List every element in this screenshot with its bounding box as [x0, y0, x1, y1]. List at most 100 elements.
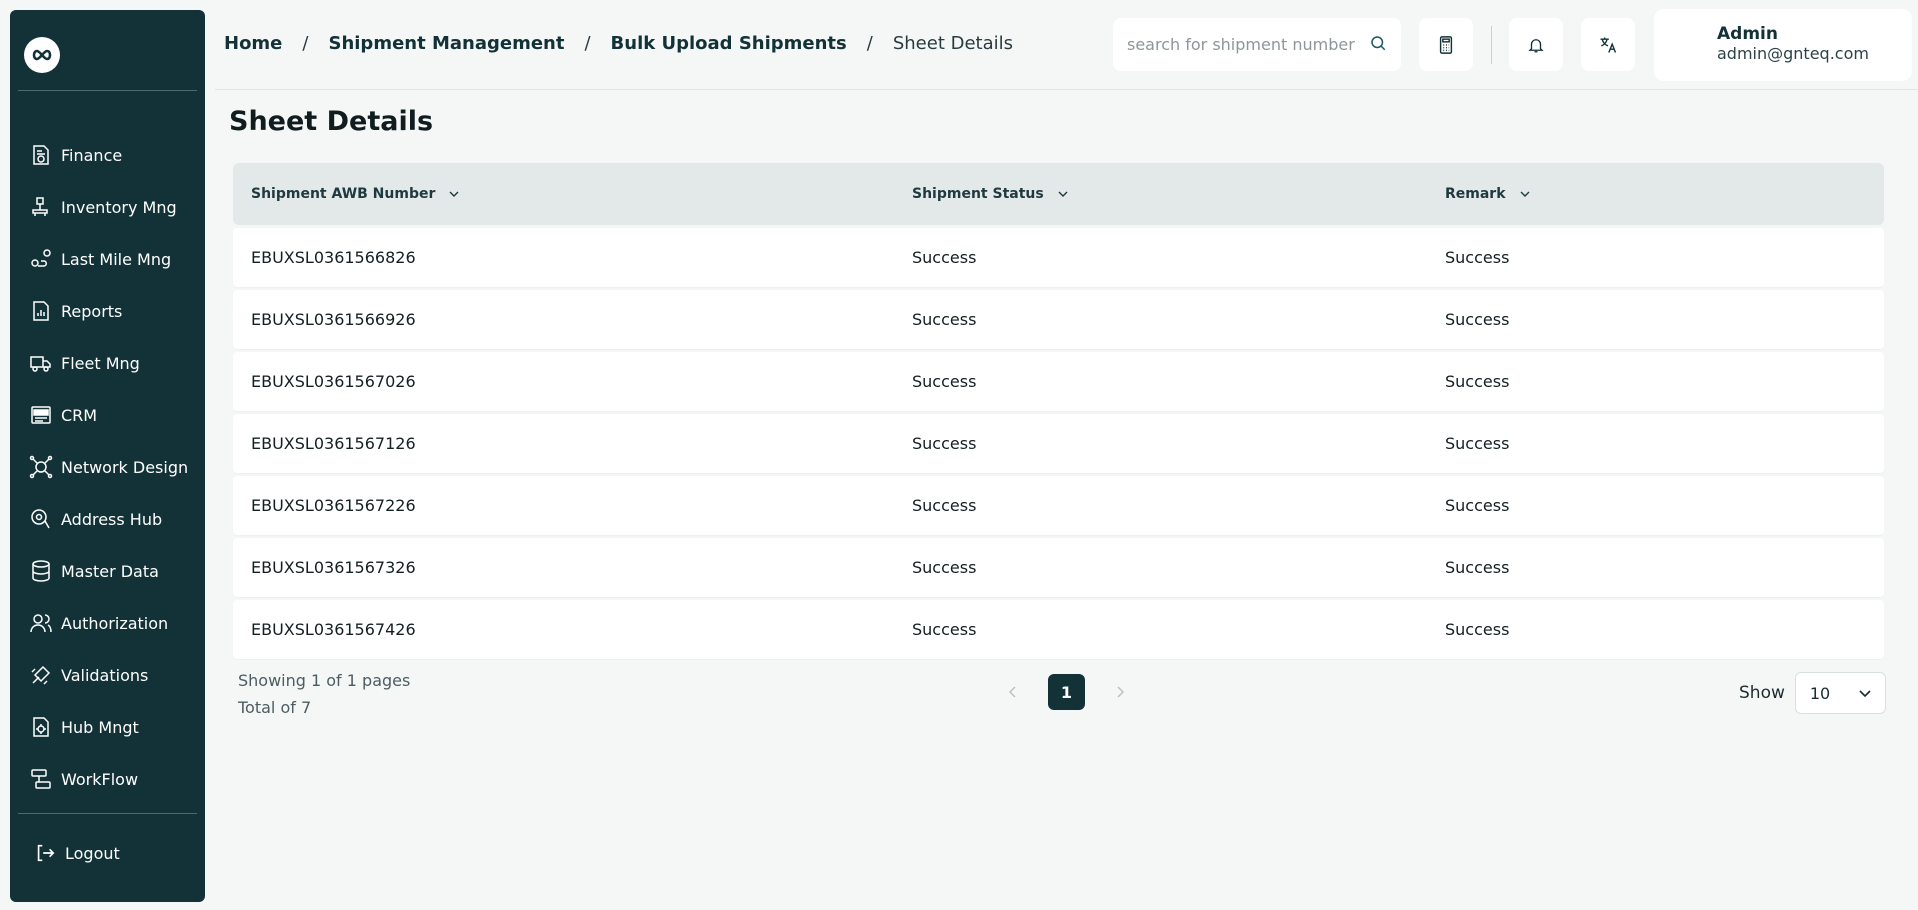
search-icon[interactable] — [1369, 34, 1387, 56]
sidebar-item-master-data[interactable]: Master Data — [10, 545, 205, 597]
sidebar-item-label: Inventory Mng — [61, 197, 177, 217]
awb-cell: EBUXSL0361567026 — [251, 372, 416, 391]
column-header-status[interactable]: Shipment Status — [912, 186, 1068, 202]
infinity-logo-icon — [32, 49, 52, 61]
breadcrumb: Home / Shipment Management / Bulk Upload… — [224, 33, 1013, 54]
awb-cell: EBUXSL0361567426 — [251, 620, 416, 639]
page-size-control: Show 10 — [1739, 672, 1886, 714]
workflow-icon — [28, 766, 54, 792]
awb-cell: EBUXSL0361567326 — [251, 558, 416, 577]
pagination: 1 — [1000, 674, 1133, 710]
column-header-remark[interactable]: Remark — [1445, 186, 1530, 202]
search-box — [1113, 18, 1401, 71]
calculator-button[interactable] — [1419, 18, 1473, 71]
next-page-button[interactable] — [1107, 674, 1133, 710]
pagination-info: Showing 1 of 1 pages Total of 7 — [238, 667, 410, 721]
network-icon — [28, 454, 54, 480]
sidebar-item-crm[interactable]: CRM — [10, 389, 205, 441]
column-header-label: Remark — [1445, 186, 1506, 202]
sidebar-item-label: Hub Mngt — [61, 717, 139, 737]
sidebar-item-address-hub[interactable]: Address Hub — [10, 493, 205, 545]
chevron-down-icon — [1058, 191, 1068, 197]
remark-cell: Success — [1445, 434, 1510, 453]
sidebar-item-label: Address Hub — [61, 509, 163, 529]
language-button[interactable] — [1581, 18, 1635, 71]
breadcrumb-shipment-management[interactable]: Shipment Management — [328, 33, 564, 54]
crm-icon — [28, 402, 54, 428]
calculator-icon — [1439, 35, 1453, 54]
chevron-down-icon — [449, 191, 459, 197]
header-divider — [1491, 26, 1492, 64]
breadcrumb-separator: / — [302, 33, 309, 54]
status-cell: Success — [912, 372, 977, 391]
sidebar-item-label: Finance — [61, 145, 123, 165]
table-row[interactable]: EBUXSL0361567326 Success Success — [233, 538, 1884, 597]
translate-icon — [1600, 37, 1617, 53]
page-size-select[interactable]: 10 — [1794, 672, 1886, 714]
sidebar-item-workflow[interactable]: WorkFlow — [10, 753, 205, 805]
sidebar-item-network-design[interactable]: Network Design — [10, 441, 205, 493]
previous-page-button[interactable] — [1000, 674, 1026, 710]
show-label: Show — [1739, 683, 1785, 703]
sidebar-item-finance[interactable]: Finance — [10, 129, 205, 181]
logout-icon — [32, 840, 58, 866]
sidebar-item-reports[interactable]: Reports — [10, 285, 205, 337]
status-cell: Success — [912, 248, 977, 267]
sidebar-item-hub-mngt[interactable]: Hub Mngt — [10, 701, 205, 753]
user-email: admin@gnteq.com — [1717, 44, 1869, 63]
table-row[interactable]: EBUXSL0361567126 Success Success — [233, 414, 1884, 473]
awb-cell: EBUXSL0361567226 — [251, 496, 416, 515]
awb-cell: EBUXSL0361566926 — [251, 310, 416, 329]
bell-icon — [1528, 38, 1544, 52]
sidebar-item-label: Master Data — [61, 561, 159, 581]
chevron-down-icon — [1859, 689, 1871, 697]
search-input[interactable] — [1127, 35, 1369, 54]
table-row[interactable]: EBUXSL0361567026 Success Success — [233, 352, 1884, 411]
page-number-button[interactable]: 1 — [1048, 674, 1085, 710]
pages-summary: Showing 1 of 1 pages — [238, 671, 411, 690]
table-row[interactable]: EBUXSL0361566926 Success Success — [233, 290, 1884, 349]
database-icon — [28, 558, 54, 584]
logo[interactable] — [24, 37, 60, 73]
hub-settings-icon — [28, 714, 54, 740]
awb-cell: EBUXSL0361566826 — [251, 248, 416, 267]
total-count: Total of 7 — [238, 698, 312, 717]
table-row[interactable]: EBUXSL0361567426 Success Success — [233, 600, 1884, 659]
sidebar-item-label: Fleet Mng — [61, 353, 140, 373]
user-name: Admin — [1717, 24, 1778, 44]
notifications-button[interactable] — [1509, 18, 1563, 71]
remark-cell: Success — [1445, 248, 1510, 267]
remark-cell: Success — [1445, 372, 1510, 391]
logout-button[interactable]: Logout — [10, 831, 205, 875]
column-header-awb[interactable]: Shipment AWB Number — [251, 186, 459, 202]
user-profile[interactable]: Admin admin@gnteq.com — [1654, 9, 1912, 81]
page-size-value: 10 — [1809, 683, 1831, 703]
status-cell: Success — [912, 496, 977, 515]
remark-cell: Success — [1445, 310, 1510, 329]
sidebar-item-label: CRM — [61, 405, 98, 425]
sidebar-item-label: WorkFlow — [61, 769, 139, 789]
remark-cell: Success — [1445, 620, 1510, 639]
reports-icon — [28, 298, 54, 324]
inventory-icon — [28, 194, 54, 220]
sidebar-item-last-mile-mng[interactable]: Last Mile Mng — [10, 233, 205, 285]
breadcrumb-home[interactable]: Home — [224, 33, 282, 54]
table-header: Shipment AWB Number Shipment Status Rema… — [233, 163, 1884, 225]
table-row[interactable]: EBUXSL0361566826 Success Success — [233, 228, 1884, 287]
sidebar-item-inventory-mng[interactable]: Inventory Mng — [10, 181, 205, 233]
breadcrumb-bulk-upload-shipments[interactable]: Bulk Upload Shipments — [611, 33, 847, 54]
chevron-down-icon — [1520, 191, 1530, 197]
awb-cell: EBUXSL0361567126 — [251, 434, 416, 453]
sidebar-item-fleet-mng[interactable]: Fleet Mng — [10, 337, 205, 389]
page-title: Sheet Details — [229, 106, 434, 137]
sidebar-nav: Finance Inventory Mng Last Mile Mng Repo… — [10, 129, 205, 805]
status-cell: Success — [912, 310, 977, 329]
sidebar-item-validations[interactable]: Validations — [10, 649, 205, 701]
sidebar: Finance Inventory Mng Last Mile Mng Repo… — [10, 10, 205, 902]
top-header: Home / Shipment Management / Bulk Upload… — [215, 0, 1918, 90]
status-cell: Success — [912, 620, 977, 639]
status-cell: Success — [912, 434, 977, 453]
table-row[interactable]: EBUXSL0361567226 Success Success — [233, 476, 1884, 535]
sidebar-item-label: Validations — [61, 665, 149, 685]
sidebar-item-authorization[interactable]: Authorization — [10, 597, 205, 649]
